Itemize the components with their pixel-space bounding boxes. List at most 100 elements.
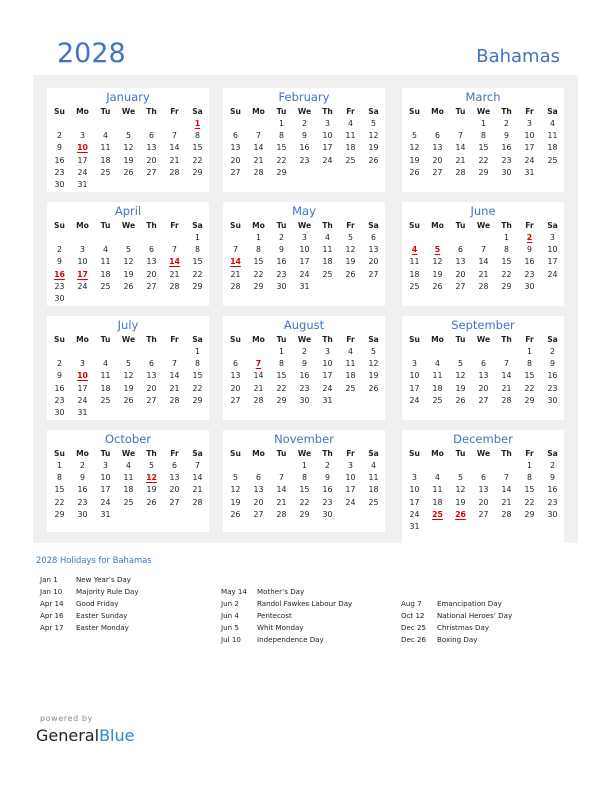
day-cell: 3 [80,131,85,141]
weekday-header: Th [501,107,512,116]
day-cell: 21 [253,383,264,393]
weekday-header: Sa [547,335,558,344]
holiday-day-cell: 26 [455,509,466,519]
day-cell: 29 [524,509,535,519]
day-cell: 27 [368,269,379,279]
holiday-name: Emancipation Day [437,599,502,608]
month-card-july: July Su Mo Tu We Th Fr Sa 1 2 3 4 5 6 7 8 9 10 11 12 13 14 15 1… [47,316,209,420]
day-cell: 21 [169,155,180,165]
day-cell: 22 [524,383,535,393]
day-cell: 30 [54,179,65,189]
day-cell: 3 [325,347,330,356]
day-cell: 12 [368,131,379,141]
day-cell: 24 [77,167,88,177]
day-cell: 22 [478,155,489,165]
day-cell: 31 [100,509,111,519]
holiday-name: Randol Fawkes Labour Day [257,598,353,608]
holiday-name: Good Friday [76,598,119,608]
day-cell: 29 [524,395,535,405]
day-cell: 21 [455,155,466,165]
day-cell: 24 [547,269,558,279]
day-cell: 17 [409,497,420,507]
day-cell: 5 [233,473,238,483]
weekday-header: Mo [431,449,444,458]
holiday-day-cell: 12 [146,473,157,483]
day-cell: 27 [253,509,264,519]
day-cell: 15 [276,371,287,381]
day-cell: 1 [195,347,200,356]
day-cell: 22 [501,269,512,279]
day-cell: 7 [172,245,177,255]
day-cell: 14 [455,143,466,153]
day-cell: 24 [77,395,88,405]
holiday-column: Jan 1 New Year’s Day Jan 10 Majority Rule D… [40,574,139,633]
day-cell: 3 [412,473,417,483]
day-cell: 27 [478,395,489,405]
day-cell: 20 [432,155,443,165]
weekday-header: Sa [192,335,203,344]
empty-day-cell [71,346,94,358]
holiday-item: Oct 12 National Heroes’ Day [401,610,512,622]
day-cell: 2 [279,233,284,242]
holiday-name: Majority Rule Day [76,586,139,596]
holiday-name: Independence Day [257,634,324,644]
holiday-date: May 14 [221,587,247,596]
day-cell: 16 [299,371,310,381]
day-cell: 17 [345,485,356,495]
day-cell: 3 [325,119,330,128]
holiday-date: Apr 17 [40,622,64,632]
day-cell: 24 [299,269,310,279]
month-card-october: October Su Mo Tu We Th Fr Sa 1 2 3 4 5 6 7 8 9 10 11 12 13 14… [47,430,209,532]
day-cell: 24 [322,155,333,165]
month-grid: Su Mo Tu We Th Fr Sa 1 2 3 4 5 6 7 8 9 10 11 12 13 14 15 16 17 1… [224,105,385,179]
day-cell: 23 [524,269,535,279]
month-grid: Su Mo Tu We Th Fr Sa 1 2 3 4 5 6 7 8 9 10 11 12 13 14 15 16 17 1… [48,105,209,191]
day-cell: 25 [432,395,443,405]
holiday-day-cell: 4 [411,245,418,255]
day-cell: 10 [100,473,111,483]
day-cell: 25 [547,155,558,165]
day-cell: 5 [126,359,131,369]
day-cell: 8 [57,473,62,483]
day-cell: 4 [103,245,108,255]
day-cell: 22 [192,155,203,165]
day-cell: 21 [253,155,264,165]
holiday-date: Jun 5 [221,622,239,632]
day-cell: 31 [409,521,420,531]
day-cell: 7 [172,359,177,369]
day-cell: 3 [302,233,307,242]
month-grid: Su Mo Tu We Th Fr Sa 1 2 3 4 5 6 7 8 9 10 11 12 13 14 15 16 17 1… [403,105,564,179]
weekday-header: We [297,221,312,230]
day-cell: 10 [299,245,310,255]
generalblue-logo[interactable]: GeneralBlue [36,726,134,745]
day-cell: 1 [57,461,62,470]
day-cell: 3 [80,245,85,255]
day-cell: 4 [371,461,376,470]
day-cell: 3 [550,233,555,242]
day-cell: 19 [230,497,241,507]
day-cell: 18 [123,485,134,495]
weekday-header: Mo [252,449,265,458]
empty-day-cell [449,232,472,244]
day-cell: 30 [276,281,287,291]
month-name: March [465,90,501,104]
day-cell: 25 [409,281,420,291]
holiday-name: Pentecost [257,610,292,620]
day-cell: 16 [276,257,287,267]
weekday-header: We [476,107,491,116]
day-cell: 25 [100,281,111,291]
holiday-date: Dec 26 [401,634,427,644]
weekday-header: We [121,449,136,458]
month-name: October [104,432,152,446]
day-cell: 31 [524,167,535,177]
day-cell: 5 [126,131,131,141]
day-cell: 25 [100,395,111,405]
day-cell: 19 [432,269,443,279]
empty-day-cell [403,346,426,358]
empty-day-cell [163,232,186,244]
holiday-day-cell: 10 [77,371,88,381]
powered-by-label: powered by [40,714,93,723]
day-cell: 24 [524,155,535,165]
day-cell: 27 [146,281,157,291]
day-cell: 11 [432,485,443,495]
